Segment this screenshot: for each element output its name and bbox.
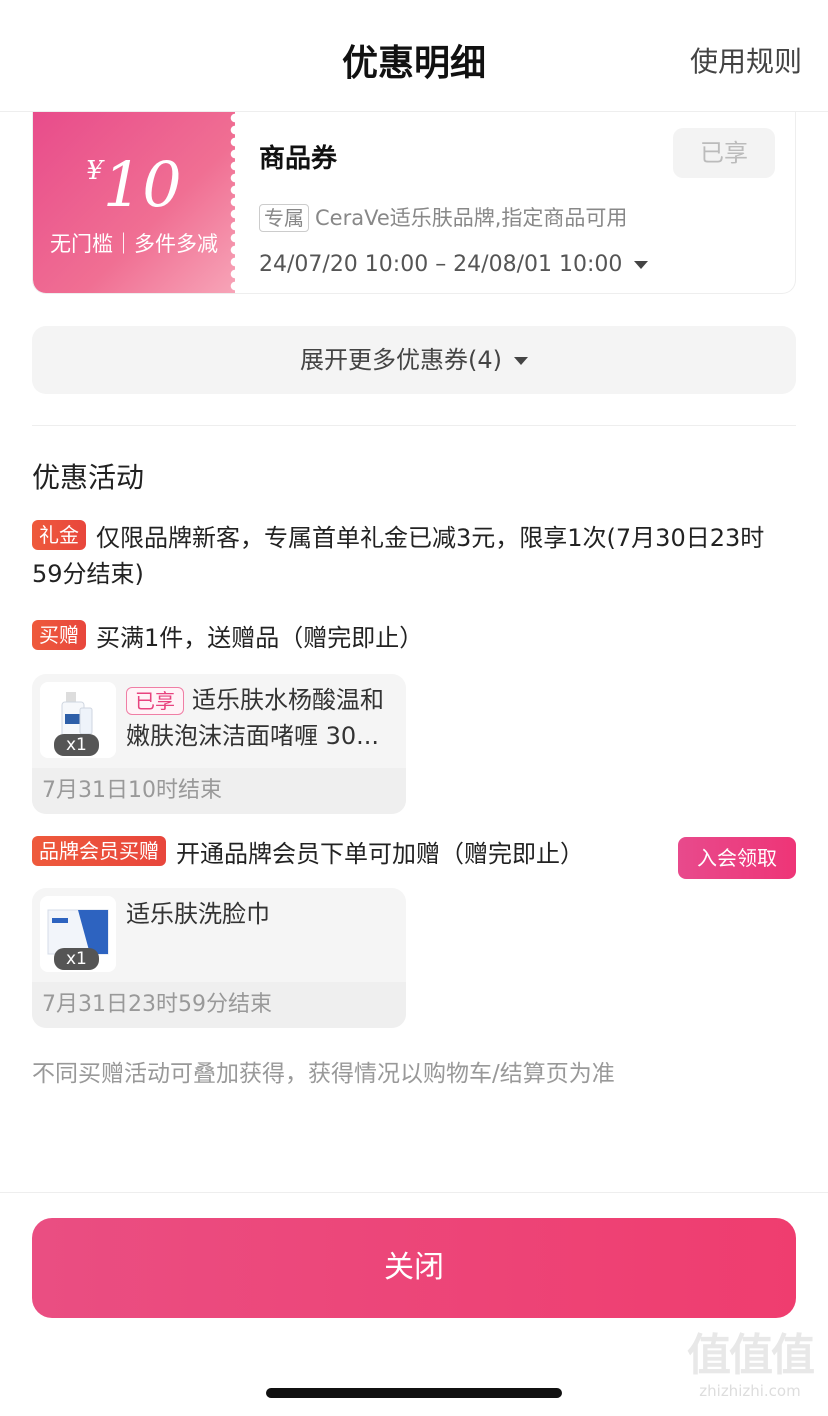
watermark-site: zhizhizhi.com xyxy=(699,1382,801,1400)
coupon-status-button[interactable]: 已享 xyxy=(673,128,775,178)
caret-down-icon xyxy=(634,261,649,269)
product-thumbnail: x1 xyxy=(40,896,116,972)
promo-item-gift-money: 礼金 仅限品牌新客，专属首单礼金已减3元，限享1次(7月30日23时59分结束) xyxy=(32,520,792,592)
coupon-value-panel: ¥10 无门槛｜多件多减 xyxy=(33,112,241,293)
promo-badge: 品牌会员买赠 xyxy=(32,836,166,866)
promo-badge: 买赠 xyxy=(32,620,86,650)
owned-tag: 已享 xyxy=(126,687,184,715)
gift-name-text: 适乐肤洗脸巾 xyxy=(126,900,270,928)
activities-note: 不同买赠活动可叠加获得，获得情况以购物车/结算页为准 xyxy=(32,1061,615,1087)
coupon-details: 商品券 已享 专属 CeraVe适乐肤品牌,指定商品可用 24/07/20 10:… xyxy=(259,112,795,293)
coupon-condition: 无门槛｜多件多减 xyxy=(50,232,218,256)
watermark: 值值值 zhizhizhi.com xyxy=(680,1330,820,1410)
promo-text: 仅限品牌新客，专属首单礼金已减3元，限享1次(7月30日23时59分结束) xyxy=(32,524,765,588)
coupon-card[interactable]: ¥10 无门槛｜多件多减 商品券 已享 专属 CeraVe适乐肤品牌,指定商品可用… xyxy=(32,112,796,294)
expand-more-label: 展开更多优惠券(4) xyxy=(300,346,502,374)
promo-item-buy-gift: 买赠 买满1件，送赠品（赠完即止） xyxy=(32,620,423,656)
divider xyxy=(32,425,796,426)
watermark-logo: 值值值 xyxy=(687,1330,815,1381)
exclusive-tag: 专属 xyxy=(259,204,309,232)
coupon-scope: 专属 CeraVe适乐肤品牌,指定商品可用 xyxy=(259,202,627,232)
promo-text: 开通品牌会员下单可加赠（赠完即止） xyxy=(176,840,584,868)
coupon-validity[interactable]: 24/07/20 10:00 – 24/08/01 10:00 xyxy=(259,252,649,277)
gift-quantity: x1 xyxy=(54,734,99,756)
gift-end-time: 7月31日10时结束 xyxy=(32,768,406,814)
coupon-validity-text: 24/07/20 10:00 – 24/08/01 10:00 xyxy=(259,252,623,277)
divider xyxy=(0,1192,828,1193)
gift-quantity: x1 xyxy=(54,948,99,970)
expand-more-coupons-button[interactable]: 展开更多优惠券(4) xyxy=(32,326,796,394)
currency-symbol: ¥ xyxy=(86,156,103,186)
usage-rules-link[interactable]: 使用规则 xyxy=(690,40,802,80)
promo-item-member-gift: 品牌会员买赠 开通品牌会员下单可加赠（赠完即止） xyxy=(32,836,584,872)
gift-name: 适乐肤洗脸巾 xyxy=(126,896,398,932)
coupon-amount-value: 10 xyxy=(102,148,182,221)
coupon-amount: ¥10 xyxy=(33,148,235,221)
product-thumbnail: x1 xyxy=(40,682,116,758)
coupon-name: 商品券 xyxy=(259,144,338,174)
join-membership-button[interactable]: 入会领取 xyxy=(678,837,796,879)
gift-card[interactable]: x1 适乐肤洗脸巾 7月31日23时59分结束 xyxy=(32,888,406,1028)
close-button[interactable]: 关闭 xyxy=(32,1218,796,1318)
sheet-header: 优惠明细 使用规则 xyxy=(0,0,828,112)
promo-text: 买满1件，送赠品（赠完即止） xyxy=(96,624,424,652)
gift-end-time: 7月31日23时59分结束 xyxy=(32,982,406,1028)
home-indicator[interactable] xyxy=(266,1388,562,1398)
gift-card[interactable]: x1 已享 适乐肤水杨酸温和嫩肤泡沫洁面啫喱 30... 7月31日10时结束 xyxy=(32,674,406,814)
promo-badge: 礼金 xyxy=(32,520,86,550)
activities-title: 优惠活动 xyxy=(32,461,145,494)
gift-name: 已享 适乐肤水杨酸温和嫩肤泡沫洁面啫喱 30... xyxy=(126,682,398,754)
coupon-scope-text: CeraVe适乐肤品牌,指定商品可用 xyxy=(315,206,628,230)
caret-down-icon xyxy=(514,357,528,365)
